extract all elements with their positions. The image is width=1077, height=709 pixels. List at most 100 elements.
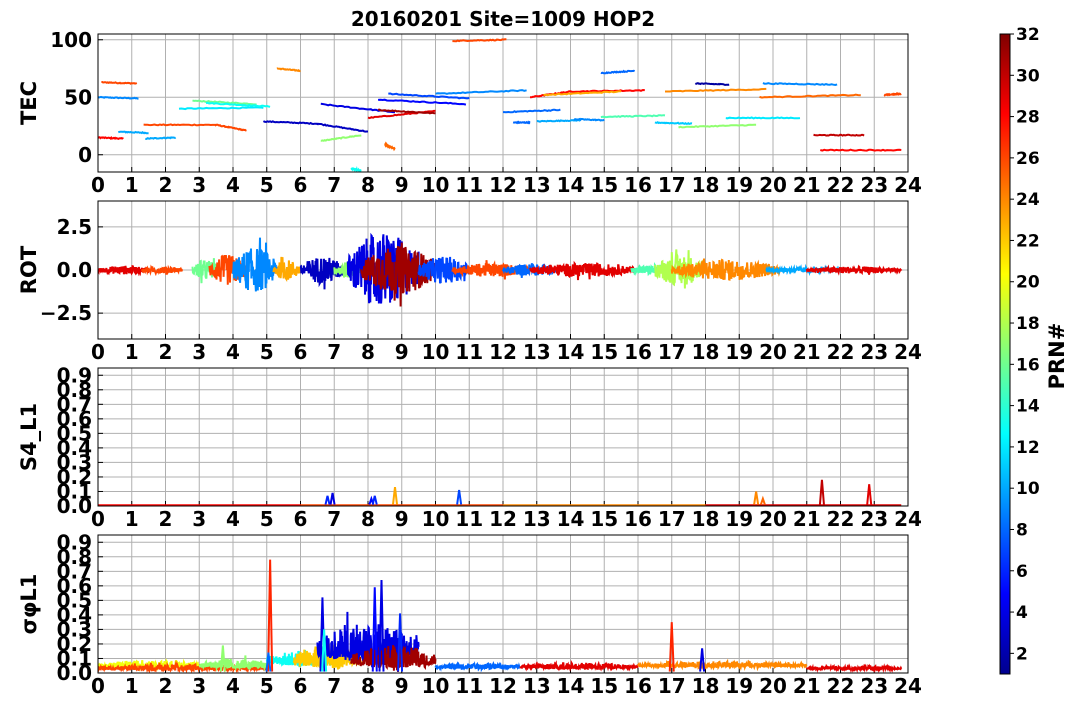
- x-tick-label: 13: [523, 340, 551, 364]
- y-tick-label: −2.5: [40, 301, 92, 325]
- series-prn-17: [678, 123, 757, 129]
- figure: 20160201 Site=1009 HOP2 0 1 2 3 4 5 6 7 8 9 10 11 12…: [17, 7, 1069, 698]
- x-tick-label: 6: [294, 507, 308, 531]
- x-tick-label: 1: [125, 173, 139, 197]
- x-tick-label: 11: [455, 340, 483, 364]
- spike-prn-30: [818, 479, 825, 505]
- colorbar-tick-label: 16: [1016, 355, 1040, 375]
- x-tick-label: 12: [489, 340, 517, 364]
- series-prn-28: [820, 148, 902, 152]
- x-tick-label: 8: [361, 674, 375, 698]
- x-tick-label: 16: [624, 173, 652, 197]
- x-tick-label: 5: [260, 674, 274, 698]
- x-tick-label: 22: [827, 173, 855, 197]
- colorbar-tick-label: 10: [1016, 479, 1040, 499]
- spike-prn-23: [392, 487, 398, 505]
- x-tick-label: 1: [125, 674, 139, 698]
- series-prn-12: [725, 116, 801, 120]
- x-tick-label: 12: [489, 173, 517, 197]
- x-tick-label: 11: [455, 173, 483, 197]
- colorbar-tick-label: 30: [1016, 66, 1040, 86]
- series-prn-8: [512, 120, 531, 125]
- series-prn-8: [600, 69, 636, 75]
- x-tick-label: 14: [557, 507, 585, 531]
- spike-prn-24: [753, 491, 760, 505]
- series-prn-29: [805, 264, 903, 276]
- x-tick-label: 23: [860, 507, 888, 531]
- series-prn-2: [694, 81, 730, 86]
- colorbar-tick-label: 2: [1016, 644, 1028, 664]
- x-tick-label: 21: [793, 507, 821, 531]
- x-tick-label: 0: [91, 340, 105, 364]
- series-prn-28: [98, 136, 124, 141]
- x-tick-label: 19: [725, 507, 753, 531]
- colorbar: 2468101214161820222426283032 PRN#: [999, 25, 1069, 675]
- colorbar-ticks: 2468101214161820222426283032: [1010, 25, 1040, 664]
- x-tick-label: 11: [455, 507, 483, 531]
- series-prn-23: [272, 256, 302, 282]
- series-prn-9: [435, 89, 527, 95]
- spike-prn-6: [324, 495, 331, 505]
- y-axis-label: ROT: [17, 245, 41, 294]
- plot-area: [98, 38, 902, 172]
- x-tick-label: 0: [91, 507, 105, 531]
- x-tick-label: 14: [557, 173, 585, 197]
- colorbar-tick-label: 24: [1016, 190, 1040, 210]
- panel-sigma-phi-l1: 0 1 2 3 4 5 6 7 8 9 10 11 12 13 14 15 16 17 18 19 20 21 22 23 24…: [17, 530, 922, 698]
- x-tick-label: 7: [327, 340, 341, 364]
- x-tick-label: 20: [759, 173, 787, 197]
- x-tick-label: 13: [523, 507, 551, 531]
- x-tick-label: 1: [125, 507, 139, 531]
- panels: 0 1 2 3 4 5 6 7 8 9 10 11 12 13 14 15 16 17 18 19 20 21 22 23 24…: [17, 28, 922, 698]
- series-prn-13: [350, 166, 362, 172]
- x-tick-label: 24: [894, 340, 922, 364]
- colorbar-label: PRN#: [1045, 323, 1069, 390]
- x-tick-label: 3: [192, 507, 206, 531]
- x-tick-label: 2: [159, 173, 173, 197]
- series-prn-29: [529, 260, 639, 281]
- series-prn-3: [262, 120, 368, 133]
- x-tick-label: 15: [590, 507, 618, 531]
- y-tick-label: 0.9: [57, 530, 92, 554]
- x-tick-label: 3: [192, 173, 206, 197]
- series-prn-15: [600, 114, 666, 119]
- y-tick-label: 100: [50, 28, 92, 52]
- x-tick-label: 6: [294, 173, 308, 197]
- x-tick-label: 5: [260, 507, 274, 531]
- spike-prn-7: [456, 489, 463, 505]
- x-tick-label: 17: [658, 340, 686, 364]
- series-prn-11: [654, 120, 693, 125]
- y-axis-label: S4_L1: [17, 403, 41, 471]
- x-tick-label: 10: [422, 674, 450, 698]
- x-tick-label: 1: [125, 340, 139, 364]
- x-tick-label: 20: [759, 674, 787, 698]
- x-tick-label: 8: [361, 507, 375, 531]
- colorbar-tick-label: 26: [1016, 149, 1040, 169]
- series-prn-26: [101, 81, 138, 85]
- x-tick-label: 18: [692, 173, 720, 197]
- plot-area: [98, 232, 903, 307]
- colorbar-tick-label: 22: [1016, 231, 1040, 251]
- x-tick-label: 3: [192, 340, 206, 364]
- x-tick-label: 16: [624, 674, 652, 698]
- x-tick-label: 22: [827, 340, 855, 364]
- x-tick-label: 17: [658, 173, 686, 197]
- x-tick-label: 21: [793, 173, 821, 197]
- x-tick-label: 0: [91, 674, 105, 698]
- series-prn-26: [140, 264, 183, 277]
- x-tick-label: 16: [624, 340, 652, 364]
- y-tick-label: 0.0: [57, 258, 92, 282]
- x-tick-label: 4: [226, 173, 240, 197]
- panel-s4-l1: 0 1 2 3 4 5 6 7 8 9 10 11 12 13 14 15 16 17 18 19 20 21 22 23 24…: [17, 363, 922, 531]
- x-tick-label: 17: [658, 674, 686, 698]
- colorbar-tick-label: 4: [1016, 603, 1028, 623]
- x-tick-label: 10: [422, 507, 450, 531]
- x-tick-label: 12: [489, 507, 517, 531]
- plot-area: [98, 559, 903, 673]
- x-tick-label: 24: [894, 507, 922, 531]
- series-prn-5: [378, 98, 467, 106]
- colorbar-gradient: [999, 33, 1011, 675]
- x-tick-label: 6: [294, 340, 308, 364]
- x-tick-label: 24: [894, 674, 922, 698]
- series-prn-10: [118, 130, 149, 135]
